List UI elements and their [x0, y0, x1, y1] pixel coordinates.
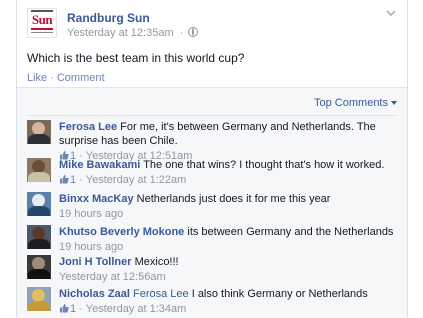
comment-body: Ferosa Lee For me, it's between Germany …	[59, 120, 397, 163]
comment-meta: 19 hours ago	[59, 240, 397, 254]
comment-body: Joni H Tollner Mexico!!! Yesterday at 12…	[59, 255, 397, 284]
commenter-avatar[interactable]	[27, 255, 51, 279]
caret-down-icon	[391, 101, 397, 105]
post-card: Sun Randburg Sun Yesterday at 12:35am · …	[16, 0, 408, 318]
comment-author[interactable]: Joni H Tollner	[59, 256, 132, 268]
comment-body: Nicholas Zaal Ferosa Lee I also think Ge…	[59, 287, 397, 316]
action-separator: ·	[50, 72, 54, 84]
comment-body: Mike Bawakami The one that wins? I thoug…	[59, 158, 397, 187]
comment-link[interactable]: Comment	[57, 72, 105, 84]
like-link[interactable]: Like	[27, 72, 47, 84]
comment-timestamp[interactable]: Yesterday at 12:56am	[59, 271, 166, 283]
comment-text: The one that wins? I thought that's how …	[143, 159, 385, 171]
logo-rule-grey	[31, 32, 53, 33]
comment-body: Khutso Beverly Mokone its between German…	[59, 225, 397, 254]
comments-section: Top Comments Ferosa Lee For me, it's bet…	[17, 87, 407, 318]
comment-author[interactable]: Khutso Beverly Mokone	[59, 226, 184, 238]
divider	[27, 115, 397, 116]
avatar-body	[28, 134, 50, 144]
logo-wordmark: Sun	[31, 12, 53, 27]
post-timestamp[interactable]: Yesterday at 12:35am	[67, 27, 174, 39]
comment-author[interactable]: Binxx MacKay	[59, 193, 134, 205]
comment-author[interactable]: Ferosa Lee	[59, 121, 117, 133]
comment-body: Binxx MacKay Netherlands just does it fo…	[59, 192, 397, 221]
like-count[interactable]: 1	[70, 174, 76, 186]
page-name-link[interactable]: Randburg Sun	[67, 11, 150, 25]
logo-rule-red	[31, 28, 53, 30]
like-count[interactable]: 1	[70, 303, 76, 315]
page-avatar[interactable]: Sun	[27, 8, 57, 38]
comment-timestamp[interactable]: Yesterday at 1:34am	[86, 303, 187, 315]
commenter-avatar[interactable]	[27, 225, 51, 249]
avatar-body	[28, 301, 50, 311]
meta-separator: ·	[179, 27, 184, 39]
sort-label: Top Comments	[314, 97, 388, 109]
commenter-avatar[interactable]	[27, 287, 51, 311]
comment-meta: 19 hours ago	[59, 207, 397, 221]
comment-meta: 1 · Yesterday at 1:22am	[59, 173, 397, 187]
globe-icon	[188, 27, 199, 37]
comment-text: I also think Germany or Netherlands	[191, 288, 368, 300]
avatar-body	[28, 172, 50, 182]
comment-text: Netherlands just does it for me this yea…	[136, 193, 331, 205]
commenter-avatar[interactable]	[27, 158, 51, 182]
comment-text: its between Germany and the Netherlands	[187, 226, 394, 238]
comment-timestamp[interactable]: 19 hours ago	[59, 241, 123, 253]
avatar-body	[28, 269, 50, 279]
thumbs-up-icon	[60, 304, 69, 313]
comment-timestamp[interactable]: 19 hours ago	[59, 208, 123, 220]
comment-author[interactable]: Nicholas Zaal	[59, 288, 130, 300]
chevron-down-icon[interactable]	[385, 8, 397, 18]
comment-meta: 1 · Yesterday at 1:34am	[59, 302, 397, 316]
post-actions: Like · Comment	[27, 72, 105, 84]
post-meta: Yesterday at 12:35am ·	[67, 27, 199, 39]
post-text: Which is the best team in this world cup…	[27, 51, 245, 65]
comment-text: Mexico!!!	[134, 256, 179, 268]
sort-comments-dropdown[interactable]: Top Comments	[314, 97, 397, 109]
comment-author[interactable]: Mike Bawakami	[59, 159, 140, 171]
comment-meta: Yesterday at 12:56am	[59, 270, 397, 284]
meta-separator: ·	[79, 174, 83, 186]
thumbs-up-icon	[60, 175, 69, 184]
avatar-body	[28, 239, 50, 249]
comment-mention[interactable]: Ferosa Lee	[133, 288, 189, 300]
commenter-avatar[interactable]	[27, 120, 51, 144]
avatar-body	[28, 206, 50, 216]
comment-timestamp[interactable]: Yesterday at 1:22am	[86, 174, 187, 186]
meta-separator: ·	[79, 303, 83, 315]
commenter-avatar[interactable]	[27, 192, 51, 216]
